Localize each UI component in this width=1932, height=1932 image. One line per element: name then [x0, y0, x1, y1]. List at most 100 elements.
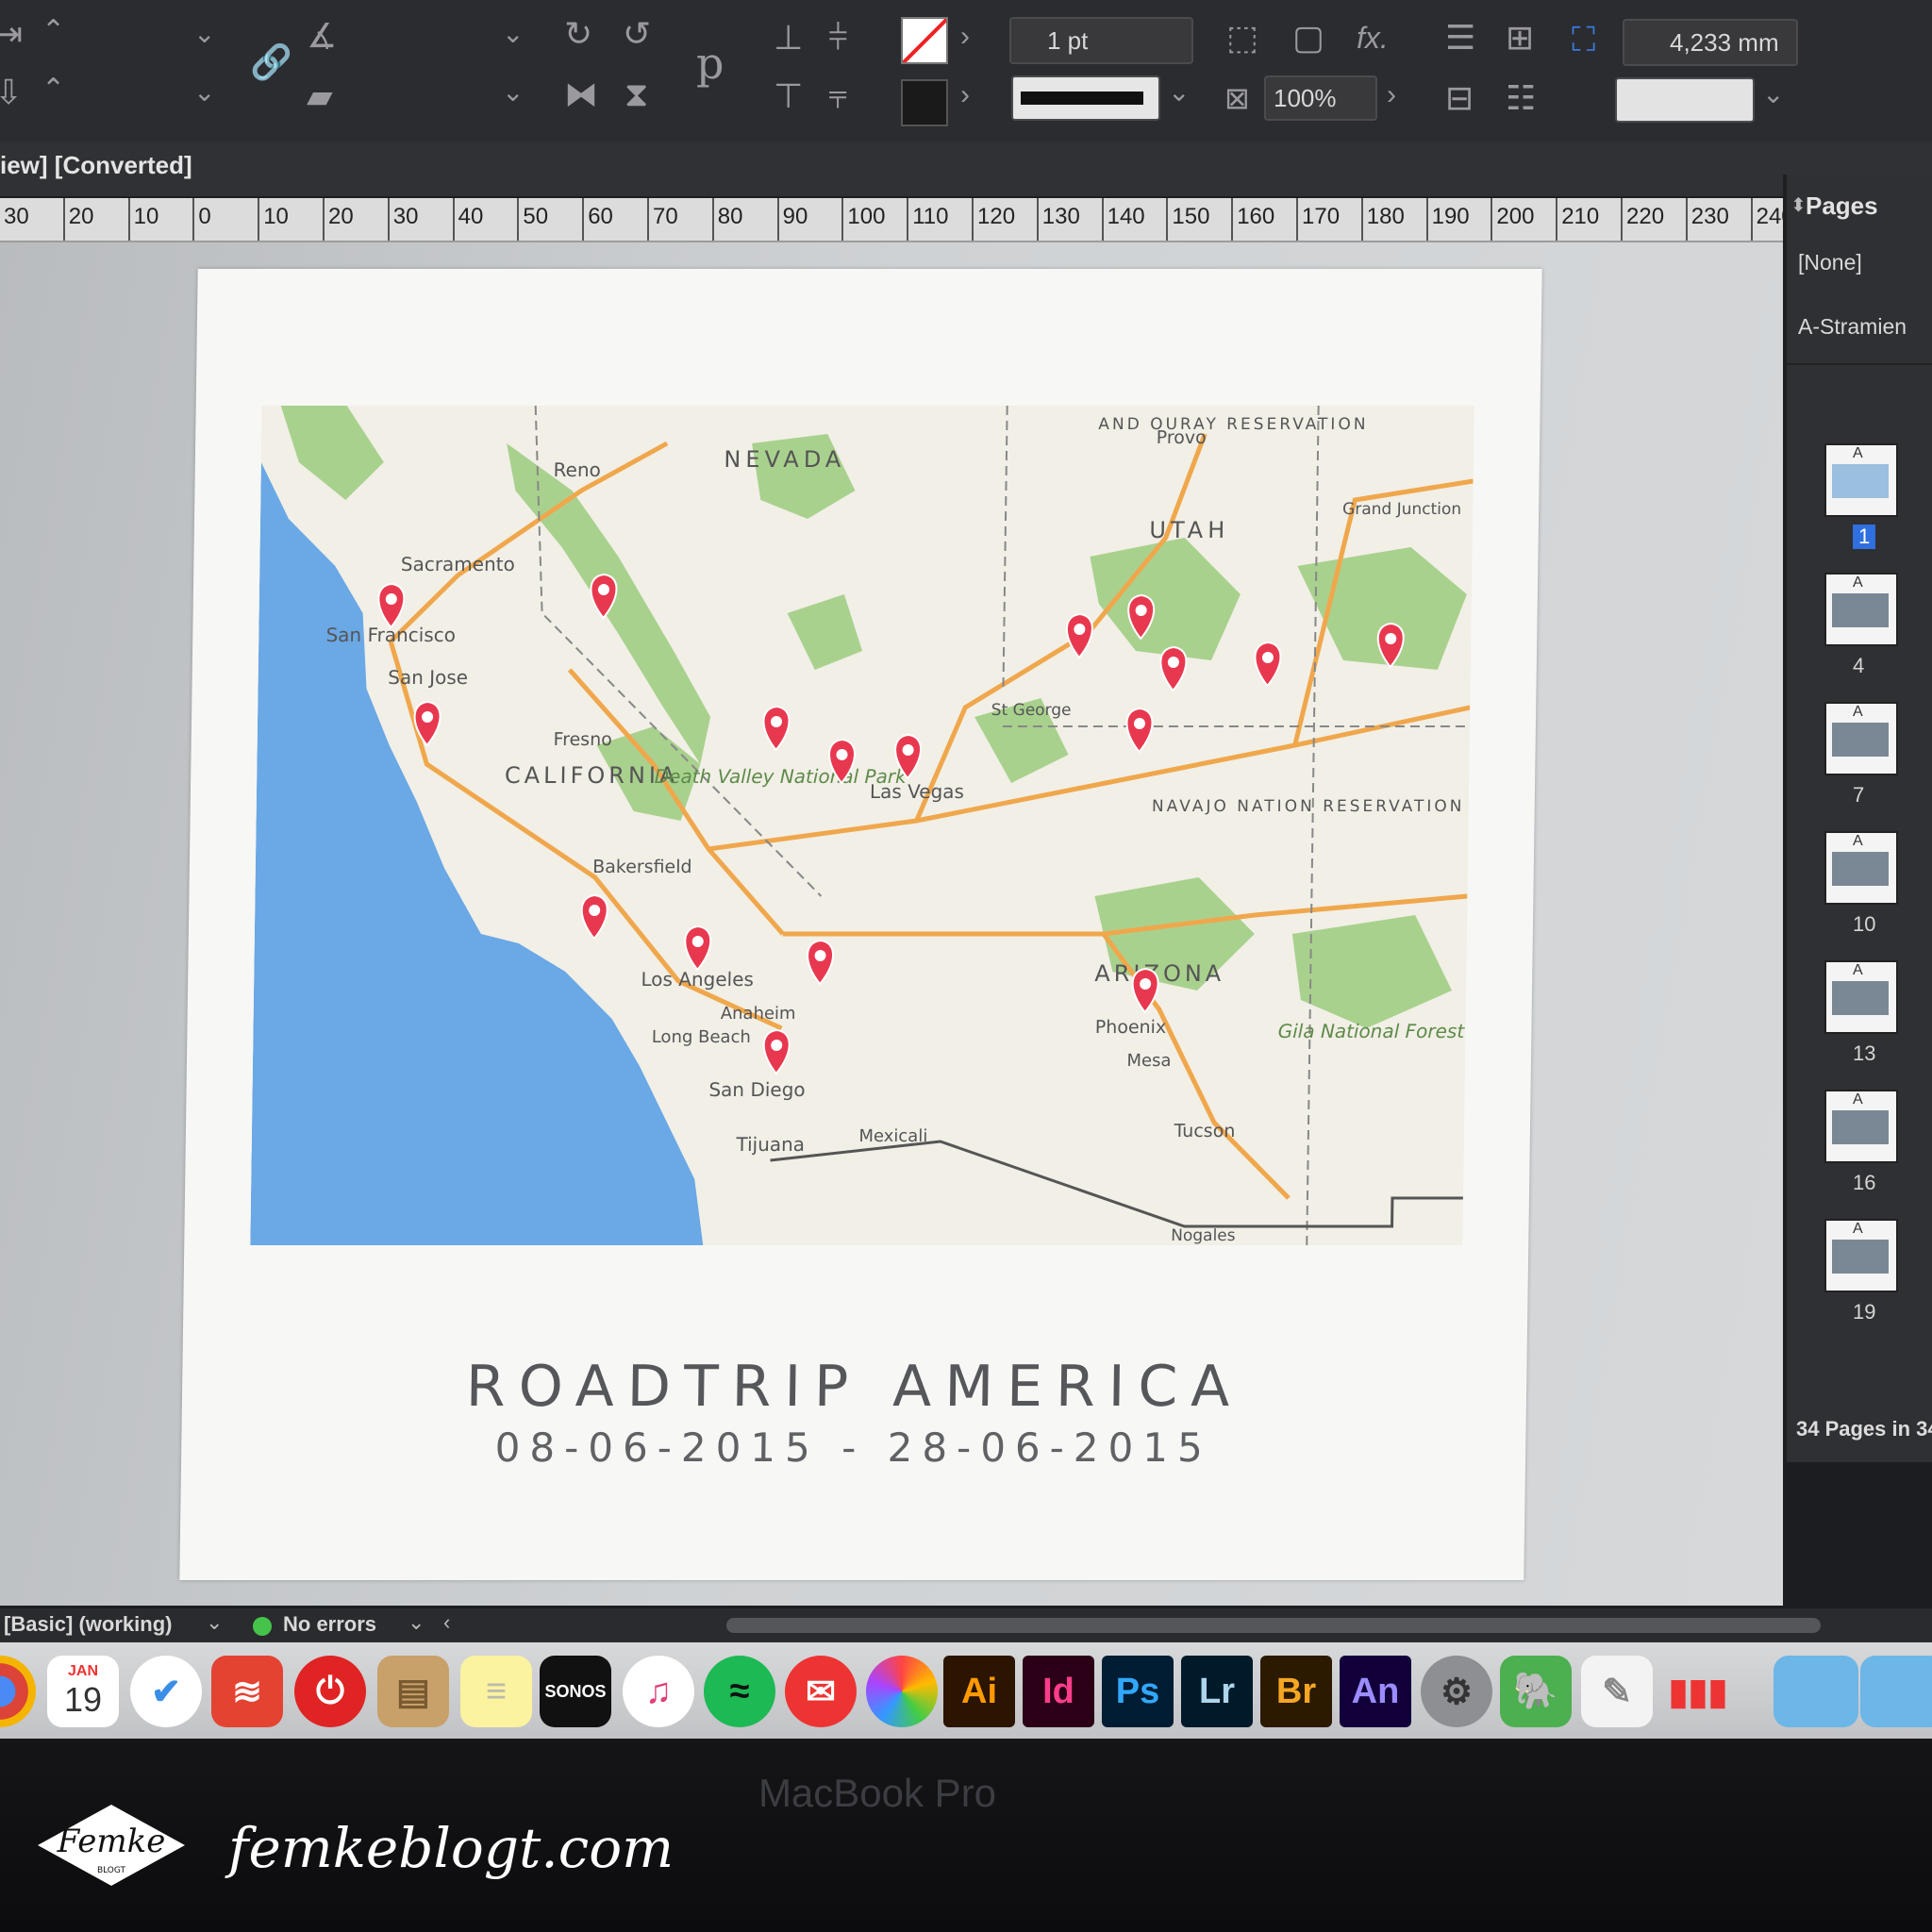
ruler-label: 20 [328, 204, 354, 229]
spotify-app-icon[interactable]: ≈ [704, 1656, 775, 1727]
stroke-type-select[interactable] [1011, 75, 1160, 121]
baseline-icon[interactable]: ⇩ [0, 75, 23, 109]
page-thumbnail[interactable]: A [1824, 831, 1898, 905]
chevron-down-icon[interactable]: ⌄ [502, 21, 524, 47]
text-wrap-icon[interactable]: ☰ [1445, 21, 1475, 55]
stepper-icon[interactable]: ⌃ [42, 17, 65, 45]
flip-horizontal-icon[interactable]: ⧓ [564, 77, 598, 111]
route-map-image[interactable]: NEVADA UTAH CALIFORNIA ARIZONA AND OURAY RES… [250, 406, 1474, 1245]
system-preferences-gear-icon[interactable]: ⚙ [1421, 1656, 1492, 1727]
auto-fit-icon[interactable]: ⛶ [1572, 23, 1595, 57]
page-number[interactable]: 19 [1853, 1300, 1875, 1324]
page-thumbnail[interactable]: A [1824, 1090, 1898, 1163]
chevron-down-icon[interactable]: ⌄ [193, 79, 215, 106]
fill-swatch[interactable] [901, 17, 948, 64]
downloads-folder-icon[interactable] [1774, 1656, 1858, 1727]
numbers-chart-icon[interactable]: ▮▮▮ [1662, 1656, 1734, 1727]
opacity-field[interactable]: 100% [1264, 75, 1377, 121]
chevron-down-icon[interactable]: ⌄ [1762, 81, 1784, 108]
evernote-app-icon[interactable]: 🐘 [1500, 1656, 1572, 1727]
page-thumbnail[interactable]: A [1824, 960, 1898, 1034]
shear-angle-icon[interactable]: ▰ [307, 79, 333, 113]
stroke-weight-field[interactable]: 1 pt [1009, 17, 1193, 64]
textedit-app-icon[interactable]: ✎ [1581, 1656, 1653, 1727]
stroke-swatch[interactable] [901, 79, 948, 126]
distribute-icon[interactable]: ⫩ [828, 21, 848, 55]
jump-object-icon[interactable]: ☷ [1506, 81, 1536, 115]
horizontal-ruler[interactable]: 30 20 10 0 10 20 30 40 50 60 70 80 90 100 110 120 130 140… [0, 198, 1794, 242]
ai-app-icon[interactable]: Ai [943, 1656, 1015, 1727]
select-container-icon[interactable]: ⊥ [774, 21, 803, 55]
wrap-object-icon[interactable]: ⊟ [1445, 81, 1474, 115]
todoist-app-icon[interactable]: ≋ [211, 1656, 283, 1727]
chevron-left-icon[interactable]: ‹ [443, 1610, 450, 1635]
chevron-down-icon[interactable]: ⌄ [206, 1610, 223, 1635]
page-thumbnail[interactable]: A [1824, 702, 1898, 775]
master-none[interactable]: [None] [1798, 250, 1862, 275]
br-app-icon[interactable]: Br [1260, 1656, 1332, 1727]
page-number[interactable]: 16 [1853, 1171, 1875, 1195]
page-number[interactable]: 13 [1853, 1041, 1875, 1066]
horizontal-scrollbar[interactable] [726, 1618, 1821, 1633]
documents-folder-icon[interactable] [1860, 1656, 1932, 1727]
chevron-down-icon[interactable]: ⌄ [408, 1610, 425, 1635]
trip-dates[interactable]: 08-06-2015 - 28-06-2015 [181, 1424, 1526, 1471]
rotate-angle-icon[interactable]: ∡ [307, 19, 337, 53]
page-thumbnail[interactable]: A [1824, 573, 1898, 646]
contacts-app-icon[interactable]: ▤ [377, 1656, 449, 1727]
chevron-right-icon[interactable]: › [1387, 81, 1396, 109]
chevron-down-icon[interactable]: ⌄ [1168, 79, 1190, 106]
chevron-right-icon[interactable]: › [960, 23, 970, 51]
page-thumbnail[interactable]: A [1824, 1219, 1898, 1292]
preflight-errors[interactable]: No errors [283, 1612, 376, 1637]
ps-app-icon[interactable]: Ps [1102, 1656, 1174, 1727]
page-title[interactable]: ROADTRIP AMERICA [182, 1354, 1527, 1420]
wunderlist-check-icon[interactable]: ✔ [130, 1656, 202, 1727]
map-label: AND OURAY RESERVATION [1098, 415, 1368, 434]
photos-app-icon[interactable] [866, 1656, 938, 1727]
constrain-proportions-icon[interactable]: 🔗 [250, 45, 292, 79]
master-a-stramien[interactable]: A-Stramien [1798, 314, 1907, 340]
page-number[interactable]: 7 [1853, 783, 1864, 808]
panel-collapse-icon[interactable]: ⬍ [1790, 193, 1807, 217]
id-app-icon[interactable]: Id [1023, 1656, 1094, 1727]
itunes-music-icon[interactable]: ♫ [623, 1656, 694, 1727]
chevron-right-icon[interactable]: › [960, 81, 970, 109]
lr-app-icon[interactable]: Lr [1181, 1656, 1253, 1727]
frame-icon[interactable]: ▢ [1292, 21, 1324, 55]
device-label: MacBook Pro [758, 1771, 997, 1815]
chrome-app-icon[interactable] [0, 1656, 36, 1727]
opacity-icon[interactable]: ⊠ [1224, 83, 1250, 113]
chevron-down-icon[interactable]: ⌄ [502, 79, 524, 106]
sonos-app-icon[interactable]: SONOS [540, 1656, 611, 1727]
map-label: Reno [553, 458, 601, 481]
wrap-around-icon[interactable]: ⊞ [1506, 21, 1534, 55]
effects-icon[interactable]: fx. [1357, 23, 1389, 53]
power-app-icon[interactable]: ⏻ [294, 1656, 366, 1727]
layout-page[interactable]: NEVADA UTAH CALIFORNIA ARIZONA AND OURAY RES… [179, 269, 1542, 1580]
rotate-cw-icon[interactable]: ↻ [564, 17, 592, 51]
pages-panel-title[interactable]: Pages [1806, 192, 1878, 221]
flip-vertical-icon[interactable]: ⧗ [625, 77, 648, 111]
notes-app-icon[interactable]: ≡ [460, 1656, 532, 1727]
preflight-profile[interactable]: [Basic] (working) [4, 1612, 172, 1637]
frame-fitting-icon[interactable]: ⬚ [1226, 21, 1258, 55]
select-content-icon[interactable]: ⊤ [774, 79, 803, 113]
page-thumbnail[interactable]: A [1824, 443, 1898, 517]
page-number[interactable]: 1 [1853, 525, 1876, 549]
page-number[interactable]: 4 [1853, 654, 1864, 678]
stepper-icon[interactable]: ⌃ [42, 75, 65, 104]
chevron-down-icon[interactable]: ⌄ [193, 21, 215, 47]
object-style-select[interactable] [1615, 77, 1755, 123]
airmail-app-icon[interactable]: ✉ [785, 1656, 857, 1727]
distribute-spacing-icon[interactable]: ⫧ [828, 79, 847, 113]
an-app-icon[interactable]: An [1340, 1656, 1411, 1727]
calendar-app-icon[interactable]: JAN 19 [47, 1656, 119, 1727]
rotate-ccw-icon[interactable]: ↺ [623, 17, 651, 51]
map-label: Los Angeles [641, 968, 754, 991]
document-tab-title[interactable]: iew] [Converted] [0, 151, 192, 180]
reference-point-icon[interactable]: p [696, 42, 724, 85]
offset-field[interactable]: 4,233 mm [1623, 19, 1798, 66]
align-icon[interactable]: ⇥ [0, 17, 23, 51]
page-number[interactable]: 10 [1853, 912, 1875, 937]
